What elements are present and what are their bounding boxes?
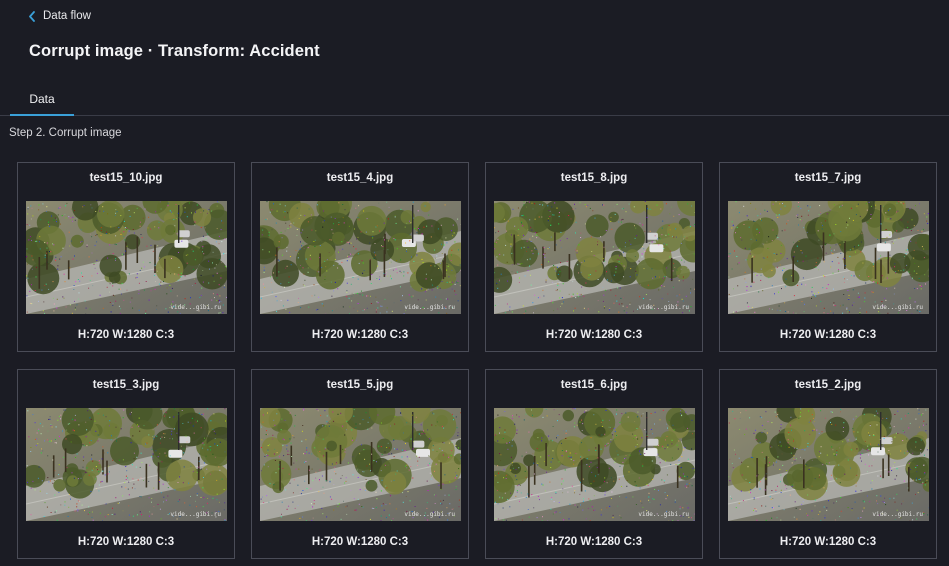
image-dimensions: H:720 W:1280 C:3	[545, 536, 643, 548]
image-filename: test15_3.jpg	[92, 379, 160, 391]
image-grid: test15_10.jpg vide...gibi.ru H:720 W:128…	[17, 162, 937, 559]
image-dimensions: H:720 W:1280 C:3	[311, 536, 409, 548]
image-thumbnail: vide...gibi.ru	[26, 408, 227, 521]
tab-data[interactable]: Data	[10, 84, 74, 114]
image-thumbnail: vide...gibi.ru	[26, 201, 227, 314]
image-dimensions: H:720 W:1280 C:3	[311, 329, 409, 341]
tab-bar: Data	[0, 84, 949, 116]
image-dimensions: H:720 W:1280 C:3	[545, 329, 643, 341]
image-dimensions: H:720 W:1280 C:3	[77, 536, 175, 548]
image-filename: test15_2.jpg	[794, 379, 862, 391]
image-card[interactable]: test15_10.jpg vide...gibi.ru H:720 W:128…	[17, 162, 235, 352]
back-link-label: Data flow	[43, 10, 91, 22]
image-thumbnail: vide...gibi.ru	[260, 408, 461, 521]
thumbnail-watermark: vide...gibi.ru	[872, 304, 923, 311]
image-dimensions: H:720 W:1280 C:3	[77, 329, 175, 341]
image-card[interactable]: test15_5.jpg vide...gibi.ru H:720 W:1280…	[251, 369, 469, 559]
image-card[interactable]: test15_3.jpg vide...gibi.ru H:720 W:1280…	[17, 369, 235, 559]
thumbnail-watermark: vide...gibi.ru	[170, 511, 221, 518]
image-card[interactable]: test15_4.jpg vide...gibi.ru H:720 W:1280…	[251, 162, 469, 352]
image-filename: test15_5.jpg	[326, 379, 394, 391]
thumbnail-watermark: vide...gibi.ru	[404, 511, 455, 518]
active-tab-indicator	[10, 114, 74, 116]
image-thumbnail: vide...gibi.ru	[260, 201, 461, 314]
page: Data flow Corrupt image · Transform: Acc…	[0, 0, 949, 566]
image-card[interactable]: test15_7.jpg vide...gibi.ru H:720 W:1280…	[719, 162, 937, 352]
page-title: Corrupt image · Transform: Accident	[29, 42, 320, 60]
image-filename: test15_4.jpg	[326, 172, 394, 184]
image-filename: test15_7.jpg	[794, 172, 862, 184]
back-to-data-flow-link[interactable]: Data flow	[28, 10, 91, 22]
image-thumbnail: vide...gibi.ru	[494, 408, 695, 521]
tab-data-label: Data	[29, 92, 55, 106]
thumbnail-watermark: vide...gibi.ru	[170, 304, 221, 311]
thumbnail-watermark: vide...gibi.ru	[872, 511, 923, 518]
image-dimensions: H:720 W:1280 C:3	[779, 536, 877, 548]
image-filename: test15_10.jpg	[89, 172, 163, 184]
chevron-left-icon	[28, 10, 36, 22]
thumbnail-watermark: vide...gibi.ru	[404, 304, 455, 311]
image-card[interactable]: test15_2.jpg vide...gibi.ru H:720 W:1280…	[719, 369, 937, 559]
image-dimensions: H:720 W:1280 C:3	[779, 329, 877, 341]
image-thumbnail: vide...gibi.ru	[728, 408, 929, 521]
thumbnail-watermark: vide...gibi.ru	[638, 304, 689, 311]
image-card[interactable]: test15_8.jpg vide...gibi.ru H:720 W:1280…	[485, 162, 703, 352]
image-thumbnail: vide...gibi.ru	[728, 201, 929, 314]
thumbnail-watermark: vide...gibi.ru	[638, 511, 689, 518]
image-filename: test15_6.jpg	[560, 379, 628, 391]
step-label: Step 2. Corrupt image	[9, 127, 122, 139]
image-thumbnail: vide...gibi.ru	[494, 201, 695, 314]
image-card[interactable]: test15_6.jpg vide...gibi.ru H:720 W:1280…	[485, 369, 703, 559]
image-filename: test15_8.jpg	[560, 172, 628, 184]
